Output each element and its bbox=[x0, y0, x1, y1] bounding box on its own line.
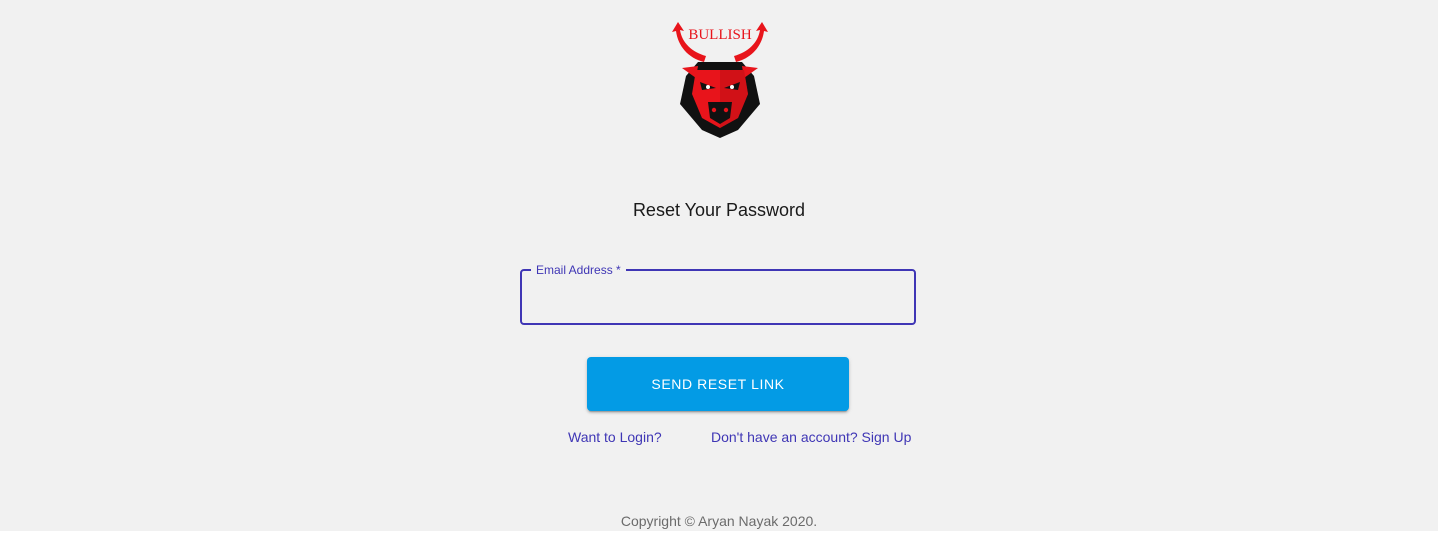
send-reset-link-button[interactable]: SEND RESET LINK bbox=[587, 357, 849, 411]
page-title: Reset Your Password bbox=[632, 200, 806, 220]
login-link[interactable]: Want to Login? bbox=[568, 429, 662, 445]
email-label: Email Address * bbox=[531, 262, 626, 278]
signup-link[interactable]: Don't have an account? Sign Up bbox=[711, 429, 911, 445]
email-label-text: Email Address bbox=[536, 263, 613, 277]
required-marker: * bbox=[612, 263, 621, 277]
email-field[interactable]: Email Address * bbox=[520, 262, 916, 325]
logo-text: BULLISH bbox=[688, 27, 752, 43]
bottom-divider bbox=[0, 531, 1438, 535]
email-input[interactable] bbox=[522, 271, 914, 323]
copyright-text: Copyright © Aryan Nayak 2020. bbox=[620, 513, 818, 529]
bull-logo-icon: BULLISH bbox=[664, 18, 776, 140]
